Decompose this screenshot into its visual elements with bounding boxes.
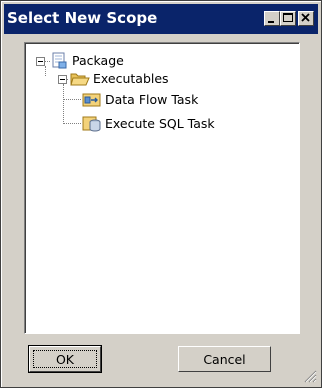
- close-button[interactable]: [298, 11, 314, 26]
- cancel-button[interactable]: Cancel: [178, 346, 271, 372]
- package-icon: [52, 52, 67, 69]
- tree-item-package[interactable]: Package: [50, 52, 124, 70]
- resize-grip-icon[interactable]: [303, 369, 317, 383]
- collapse-executables-toggle[interactable]: [58, 75, 67, 84]
- data-flow-task-icon: [82, 93, 101, 107]
- focus-rectangle: [33, 350, 97, 368]
- execute-sql-task-icon: [82, 116, 101, 132]
- cancel-button-label: Cancel: [203, 351, 246, 367]
- tree-item-data-flow-task[interactable]: Data Flow Task: [82, 91, 198, 109]
- tree-connector: [63, 123, 81, 125]
- ok-button[interactable]: OK: [28, 345, 102, 373]
- tree-item-label: Executables: [93, 71, 169, 86]
- select-new-scope-dialog: Select New Scope Package Executables Dat…: [0, 0, 322, 388]
- maximize-icon: [283, 13, 293, 22]
- tree-item-label: Execute SQL Task: [105, 116, 215, 131]
- tree-item-label: Package: [72, 53, 124, 68]
- minimize-button[interactable]: [264, 11, 280, 26]
- tree-connector: [45, 66, 47, 76]
- tree-connector: [63, 99, 81, 101]
- tree-item-execute-sql-task[interactable]: Execute SQL Task: [82, 115, 215, 133]
- minimize-icon: [268, 21, 274, 23]
- collapse-package-toggle[interactable]: [36, 57, 45, 66]
- maximize-button[interactable]: [280, 11, 296, 26]
- tree-item-label: Data Flow Task: [105, 92, 199, 107]
- folder-open-icon: [70, 73, 90, 86]
- title-bar[interactable]: Select New Scope: [4, 4, 318, 34]
- window-title: Select New Scope: [7, 9, 158, 27]
- tree-connector: [63, 84, 65, 124]
- close-icon: [301, 13, 310, 22]
- tree-item-executables[interactable]: Executables: [70, 70, 169, 88]
- scope-tree[interactable]: Package Executables Data Flow Task Execu…: [24, 42, 300, 334]
